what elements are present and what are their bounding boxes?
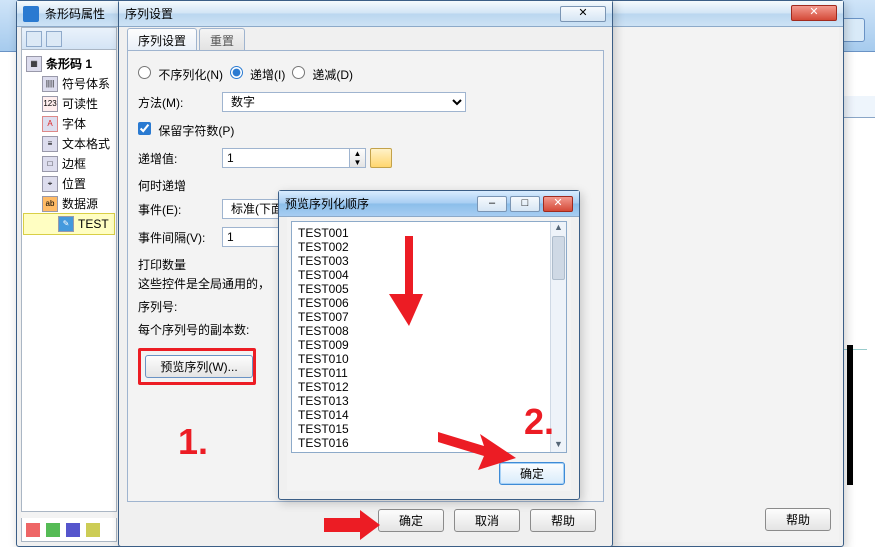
tree-item[interactable]: ||||符号体系: [24, 74, 114, 94]
radio-inc[interactable]: 递增(I): [230, 66, 286, 83]
tree-tool-icon[interactable]: [26, 31, 42, 47]
preview-listbox[interactable]: TEST001TEST002TEST003TEST004TEST005TEST0…: [291, 221, 567, 453]
scroll-thumb[interactable]: [552, 236, 565, 280]
interval-input[interactable]: [222, 227, 282, 247]
spinner[interactable]: ▲▼: [350, 148, 366, 168]
incval-aux-button[interactable]: [370, 148, 392, 168]
scrollbar[interactable]: ▲ ▼: [550, 222, 566, 452]
list-item[interactable]: TEST015: [298, 422, 560, 436]
list-item[interactable]: TEST013: [298, 394, 560, 408]
interval-label: 事件间隔(V):: [138, 229, 222, 246]
cancel-button[interactable]: 取消: [454, 509, 520, 532]
ok-button[interactable]: 确定: [499, 462, 565, 485]
list-item[interactable]: TEST012: [298, 380, 560, 394]
scroll-up-icon[interactable]: ▲: [551, 222, 566, 235]
minimize-icon[interactable]: –: [477, 196, 507, 212]
method-select[interactable]: 数字: [222, 92, 466, 112]
method-label: 方法(M):: [138, 94, 222, 111]
tree-item[interactable]: ab数据源: [24, 194, 114, 214]
list-item[interactable]: TEST009: [298, 338, 560, 352]
list-item[interactable]: TEST010: [298, 352, 560, 366]
help-button[interactable]: 帮助: [765, 508, 831, 531]
tree-pane: ▦条形码 1 ||||符号体系 123可读性 A字体 ≡文本格式 □边框 ⌖位置…: [21, 27, 117, 512]
window-title: 预览序列化顺序: [285, 195, 369, 212]
close-icon[interactable]: ✕: [560, 6, 606, 22]
list-item[interactable]: TEST011: [298, 366, 560, 380]
serialize-radios: 不序列化(N) 递增(I) 递减(D): [138, 61, 593, 87]
tabstrip: 序列设置 重置: [127, 27, 604, 51]
close-icon[interactable]: ✕: [791, 5, 837, 21]
radio-none[interactable]: 不序列化(N): [138, 66, 223, 83]
preview-sequence-button[interactable]: 预览序列(W)...: [145, 355, 253, 378]
preview-sequence-dialog: 预览序列化顺序 – □ ✕ TEST001TEST002TEST003TEST0…: [278, 190, 580, 500]
tool-icon[interactable]: [66, 523, 80, 537]
ok-button[interactable]: 确定: [378, 509, 444, 532]
preserve-check[interactable]: 保留字符数(P): [138, 122, 234, 139]
list-item[interactable]: TEST008: [298, 324, 560, 338]
help-button[interactable]: 帮助: [530, 509, 596, 532]
tree-item[interactable]: ≡文本格式: [24, 134, 114, 154]
radio-dec[interactable]: 递减(D): [292, 66, 353, 83]
tree-item[interactable]: ⌖位置: [24, 174, 114, 194]
incval-label: 递增值:: [138, 150, 222, 167]
tab-sequence[interactable]: 序列设置: [127, 28, 197, 50]
list-item[interactable]: TEST003: [298, 254, 560, 268]
tree-toolbar: [22, 28, 116, 50]
list-item[interactable]: TEST005: [298, 282, 560, 296]
tool-icon[interactable]: [26, 523, 40, 537]
window-title: 条形码属性: [45, 5, 105, 22]
list-item[interactable]: TEST002: [298, 240, 560, 254]
tool-icon[interactable]: [46, 523, 60, 537]
close-icon[interactable]: ✕: [543, 196, 573, 212]
list-item[interactable]: TEST014: [298, 408, 560, 422]
scroll-down-icon[interactable]: ▼: [551, 439, 566, 452]
tree-tool-icon[interactable]: [46, 31, 62, 47]
tree-item[interactable]: 123可读性: [24, 94, 114, 114]
preview-button-highlight: 预览序列(W)...: [138, 348, 256, 385]
tree-bottom-tools: [21, 518, 117, 542]
tree-item[interactable]: □边框: [24, 154, 114, 174]
app-icon: [23, 6, 39, 22]
window-title: 序列设置: [125, 5, 173, 22]
tool-icon[interactable]: [86, 523, 100, 537]
tree-item[interactable]: A字体: [24, 114, 114, 134]
incval-input[interactable]: [222, 148, 350, 168]
list-item[interactable]: TEST004: [298, 268, 560, 282]
tree-root[interactable]: ▦条形码 1: [24, 54, 114, 74]
list-item[interactable]: TEST006: [298, 296, 560, 310]
list-item[interactable]: TEST007: [298, 310, 560, 324]
list-item[interactable]: TEST016: [298, 436, 560, 450]
list-item[interactable]: TEST001: [298, 226, 560, 240]
tab-reset[interactable]: 重置: [199, 28, 245, 50]
list-item[interactable]: TEST017: [298, 450, 560, 453]
tree-leaf-selected[interactable]: ✎TEST: [24, 214, 114, 234]
maximize-icon[interactable]: □: [510, 196, 540, 212]
event-label: 事件(E):: [138, 201, 222, 218]
